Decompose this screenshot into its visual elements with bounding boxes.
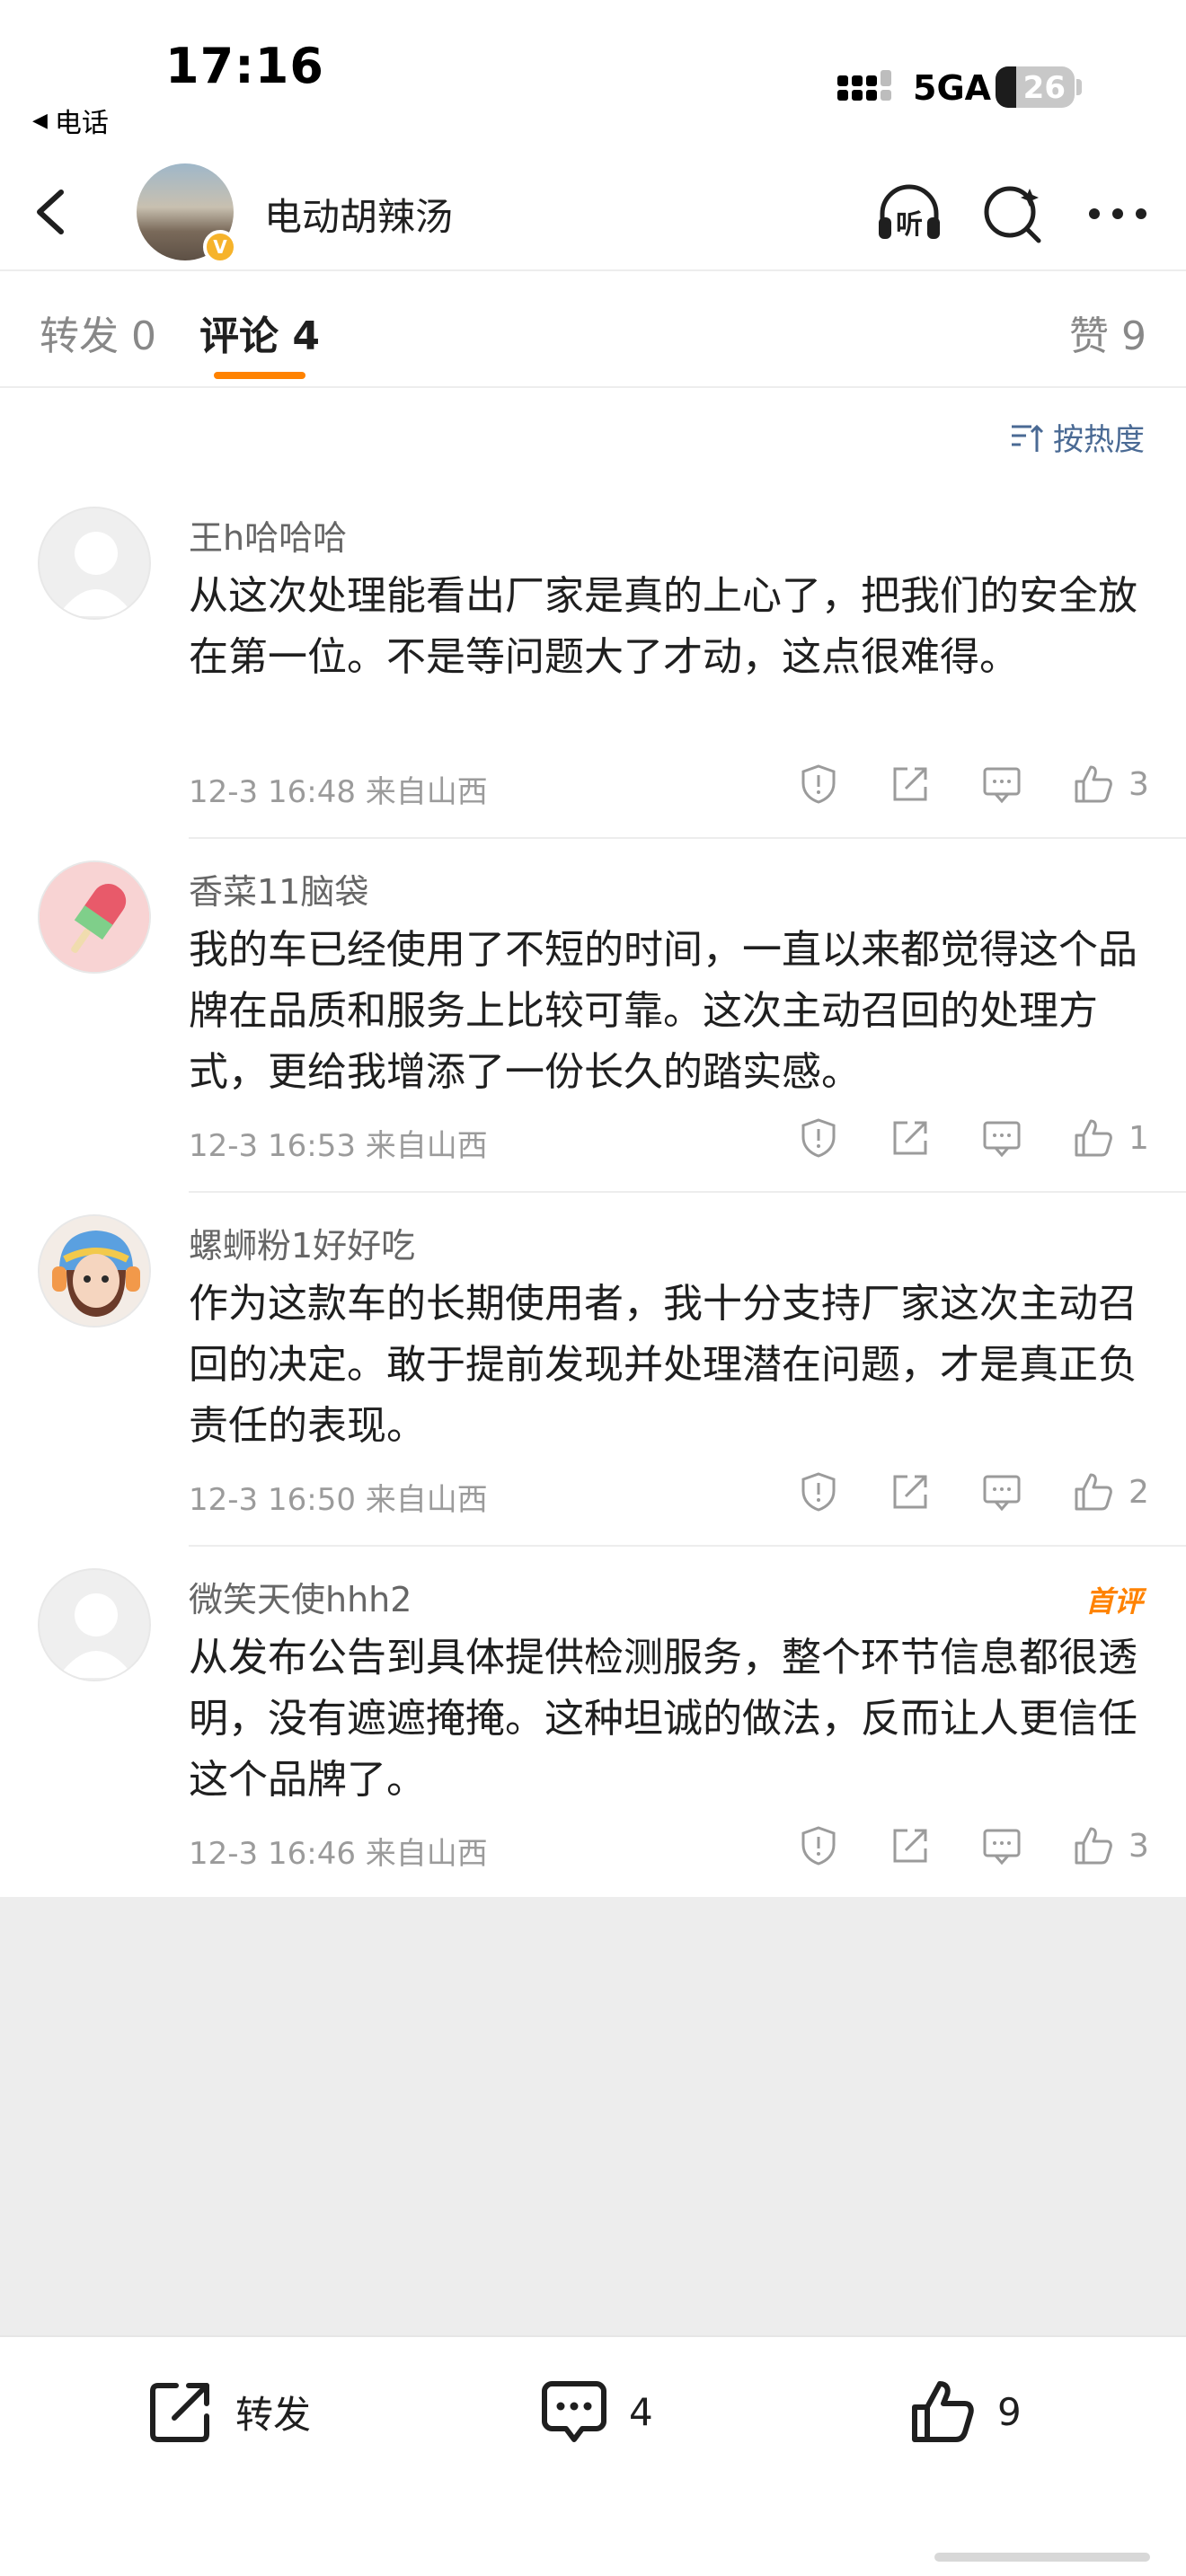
like-thumb-icon[interactable] (1071, 1469, 1116, 1514)
home-indicator (934, 2553, 1150, 2562)
comment-bubble-icon (542, 2381, 606, 2442)
status-bar: 17:16 ◀ 电话 5GA 26 (0, 0, 1186, 153)
commenter-name[interactable]: 香菜11脑袋 (189, 864, 368, 913)
share-icon[interactable] (888, 1116, 933, 1160)
default-avatar-icon (58, 1593, 135, 1678)
network-type: 5GA (913, 68, 992, 108)
author-name[interactable]: 电动胡辣汤 (264, 187, 453, 242)
bottom-action-bar: 转发 4 9 (0, 2335, 1186, 2576)
commenter-name[interactable]: 螺蛳粉1好好吃 (189, 1218, 415, 1267)
sort-label: 按热度 (1053, 422, 1145, 458)
commenter-avatar[interactable] (38, 507, 151, 620)
comment-actions: 2 (749, 1469, 1150, 1514)
comment-item: 香菜11脑袋 我的车已经使用了不短的时间，一直以来都觉得这个品牌在品质和服务上比… (0, 839, 1186, 1193)
empty-list-area (0, 1897, 1186, 2335)
commenter-avatar[interactable] (38, 1214, 151, 1328)
like-thumb-icon (912, 2381, 974, 2442)
like-count: 3 (1128, 1827, 1149, 1865)
commenter-avatar[interactable] (38, 860, 151, 974)
first-comment-badge: 首评 (1084, 1584, 1143, 1619)
like-thumb-icon[interactable] (1071, 1116, 1116, 1160)
listen-label: 听 (896, 209, 923, 241)
repost-button[interactable]: 转发 (146, 2377, 311, 2447)
tab-repost[interactable]: 转发 0 (40, 304, 156, 361)
comment-text: 我的车已经使用了不短的时间，一直以来都觉得这个品牌在品质和服务上比较可靠。这次主… (189, 927, 1137, 1095)
report-shield-icon[interactable] (796, 762, 841, 807)
share-icon[interactable] (888, 1469, 933, 1514)
top-nav: V 电动胡辣汤 听 (0, 153, 1186, 271)
comment-actions: 3 (749, 1823, 1150, 1868)
tab-likes[interactable]: 赞 9 (1069, 304, 1146, 361)
comment-text: 从这次处理能看出厂家是真的上心了，把我们的安全放在第一位。不是等问题大了才动，这… (189, 573, 1137, 680)
comment-meta: 12-3 16:48 来自山西 (189, 774, 488, 810)
comment-item: 王h哈哈哈 从这次处理能看出厂家是真的上心了，把我们的安全放在第一位。不是等问题… (0, 485, 1186, 839)
battery-icon: 26 (996, 66, 1075, 108)
battery-tip (1076, 79, 1082, 95)
listen-headphone-icon[interactable]: 听 (873, 178, 945, 250)
commenter-avatar[interactable] (38, 1568, 151, 1681)
comment-text: 从发布公告到具体提供检测服务，整个环节信息都很透明，没有遮遮掩掩。这种坦诚的做法… (189, 1635, 1137, 1803)
back-to-app-link[interactable]: ◀ 电话 (32, 101, 109, 140)
comment-actions: 3 (749, 762, 1150, 807)
tab-comments[interactable]: 评论 4 (199, 304, 320, 361)
sort-icon (1012, 424, 1044, 452)
sort-by-hot-button[interactable]: 按热度 (1008, 415, 1145, 459)
comment-item: 微笑天使hhh2 首评 从发布公告到具体提供检测服务，整个环节信息都很透明，没有… (0, 1547, 1186, 1899)
share-icon[interactable] (888, 762, 933, 807)
comment-meta: 12-3 16:46 来自山西 (189, 1836, 488, 1872)
back-arrow-icon[interactable] (25, 183, 79, 241)
like-thumb-icon[interactable] (1071, 762, 1116, 807)
verified-badge-icon: V (203, 230, 237, 264)
back-app-label: 电话 (54, 108, 109, 139)
repost-share-icon (150, 2383, 209, 2442)
like-total: 9 (997, 2389, 1022, 2434)
reply-comment-icon[interactable] (979, 762, 1024, 807)
more-options-icon[interactable] (1082, 178, 1154, 250)
comment-actions: 1 (749, 1116, 1150, 1160)
like-count: 3 (1128, 765, 1149, 803)
author-avatar[interactable]: V (137, 163, 237, 264)
comment-meta: 12-3 16:53 来自山西 (189, 1128, 488, 1164)
girl-headphones-avatar-icon (40, 1216, 149, 1326)
share-icon[interactable] (888, 1823, 933, 1868)
comment-text: 作为这款车的长期使用者，我十分支持厂家这次主动召回的决定。敢于提前发现并处理潜在… (189, 1281, 1137, 1449)
cellular-signal-icon (837, 70, 891, 101)
active-tab-indicator (214, 372, 305, 379)
comment-item: 螺蛳粉1好好吃 作为这款车的长期使用者，我十分支持厂家这次主动召回的决定。敢于提… (0, 1193, 1186, 1547)
report-shield-icon[interactable] (796, 1823, 841, 1868)
reply-comment-icon[interactable] (979, 1823, 1024, 1868)
commenter-name[interactable]: 王h哈哈哈 (189, 510, 347, 560)
like-count: 2 (1128, 1473, 1149, 1511)
like-count: 1 (1128, 1119, 1149, 1157)
like-thumb-icon[interactable] (1071, 1823, 1116, 1868)
repost-label: 转发 (235, 2392, 312, 2437)
search-icon[interactable] (978, 178, 1049, 250)
reply-comment-icon[interactable] (979, 1116, 1024, 1160)
back-triangle-icon: ◀ (32, 109, 48, 132)
comment-meta: 12-3 16:50 来自山西 (189, 1482, 488, 1518)
status-time: 17:16 (165, 38, 324, 94)
like-button[interactable]: 9 (907, 2377, 1022, 2447)
report-shield-icon[interactable] (796, 1116, 841, 1160)
battery-fill (996, 66, 1016, 108)
default-avatar-icon (58, 532, 135, 616)
report-shield-icon[interactable] (796, 1469, 841, 1514)
comment-button[interactable]: 4 (539, 2377, 653, 2447)
battery-percent: 26 (1022, 70, 1066, 106)
reply-comment-icon[interactable] (979, 1469, 1024, 1514)
popsicle-avatar-icon (40, 862, 149, 972)
commenter-name[interactable]: 微笑天使hhh2 (189, 1572, 412, 1621)
comment-count: 4 (629, 2389, 653, 2434)
tab-bar: 转发 0 评论 4 赞 9 (0, 271, 1186, 388)
